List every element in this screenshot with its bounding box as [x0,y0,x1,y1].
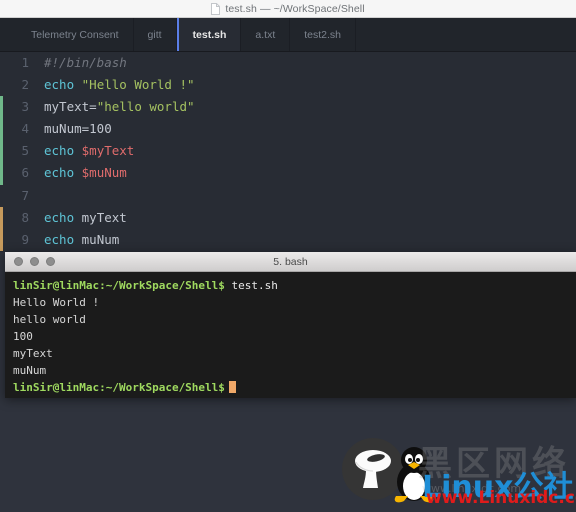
terminal-output-line: 100 [13,330,33,343]
terminal-window[interactable]: 5. bash linSir@linMac:~/WorkSpace/Shell$… [5,252,576,398]
terminal-title: 5. bash [273,255,308,268]
line-number: 5 [21,143,29,159]
code-line[interactable]: 9 echo muNum [0,228,576,251]
tab-label: a.txt [255,28,276,41]
window-title: test.sh — ~/WorkSpace/Shell [225,2,365,15]
token-identifier: myText [81,209,127,225]
token-identifier: muNum [81,231,120,247]
code-editor[interactable]: 1 #!/bin/bash 2 echo "Hello World !" 3 m… [0,52,576,252]
token-keyword: echo [44,231,75,247]
tab-a-txt[interactable]: a.txt [241,18,291,51]
line-number: 2 [21,77,29,93]
line-content: echo "Hello World !" [38,74,195,96]
tab-label: gitt [147,28,162,41]
tab-label: test.sh [192,28,227,41]
token-keyword: echo [44,77,75,93]
editor-tabbar: Telemetry Consent gitt test.sh a.txt tes… [0,18,576,52]
terminal-cursor [228,381,236,393]
code-line[interactable]: 4 muNum=100 [0,118,576,141]
code-line[interactable]: 8 echo myText [0,206,576,229]
tab-test2-sh[interactable]: test2.sh [290,18,357,51]
line-number: 9 [21,231,29,247]
token-keyword: echo [44,209,75,225]
code-line[interactable]: 7 [0,185,576,207]
tab-gitt[interactable]: gitt [134,18,177,51]
code-line[interactable]: 3 myText="hello world" [0,96,576,119]
tab-label: Telemetry Consent [31,28,119,41]
window-titlebar: test.sh — ~/WorkSpace/Shell [0,0,576,18]
line-content: muNum=100 [38,118,112,140]
line-number: 7 [21,187,29,203]
line-number: 1 [21,55,29,70]
line-content: echo $myText [38,140,134,162]
code-line[interactable]: 5 echo $myText [0,140,576,163]
terminal-prompt-line: linSir@linMac:~/WorkSpace/Shell$ test.sh [13,277,568,294]
token-comment: #!/bin/bash [44,55,127,70]
terminal-output-line: hello world [13,313,86,326]
token-variable: $myText [81,143,135,159]
code-line[interactable]: 6 echo $muNum [0,162,576,185]
tab-test-sh[interactable]: test.sh [176,18,242,51]
line-number: 8 [21,209,29,225]
terminal-output-line: muNum [13,364,47,377]
terminal-titlebar[interactable]: 5. bash [5,252,576,272]
close-icon[interactable] [14,257,23,266]
shell-prompt: linSir@linMac:~/WorkSpace/Shell$ [13,381,225,394]
token-keyword: echo [44,165,75,181]
token-keyword: echo [44,143,75,159]
token-string: "hello world" [96,99,195,115]
token-identifier: myText= [44,99,97,115]
minimize-icon[interactable] [30,257,39,266]
line-content: myText="hello world" [38,96,195,118]
maximize-icon[interactable] [46,257,55,266]
line-number: 4 [21,121,29,137]
line-content: echo myText [38,207,127,229]
token-identifier: muNum=100 [44,121,112,137]
code-line[interactable]: 2 echo "Hello World !" [0,74,576,96]
watermark-url-red: www.Linuxidc.com [426,488,576,508]
token-variable: $muNum [81,165,127,181]
terminal-output-line: Hello World ! [13,296,100,309]
terminal-output-line: myText [13,347,53,360]
token-string: "Hello World !" [81,77,195,93]
watermark: 黑区网络 www.linuxidc.com Linux公社 www.Linuxi… [330,430,576,512]
line-content: echo muNum [38,229,119,251]
application-window: test.sh — ~/WorkSpace/Shell Telemetry Co… [0,0,576,512]
tab-label: test2.sh [304,28,342,41]
terminal-body[interactable]: linSir@linMac:~/WorkSpace/Shell$ test.sh… [5,272,576,396]
terminal-input-line[interactable]: linSir@linMac:~/WorkSpace/Shell$ [13,379,568,396]
line-content: echo $muNum [38,162,127,184]
line-content: #!/bin/bash [38,52,127,74]
code-line[interactable]: 1 #!/bin/bash [0,52,576,74]
line-number: 6 [21,165,29,181]
tab-telemetry-consent[interactable]: Telemetry Consent [6,18,134,51]
traffic-lights [5,257,55,266]
line-number: 3 [21,99,29,115]
shell-command: test.sh [224,279,278,292]
document-icon [211,2,221,15]
shell-prompt: linSir@linMac:~/WorkSpace/Shell$ [13,279,225,292]
